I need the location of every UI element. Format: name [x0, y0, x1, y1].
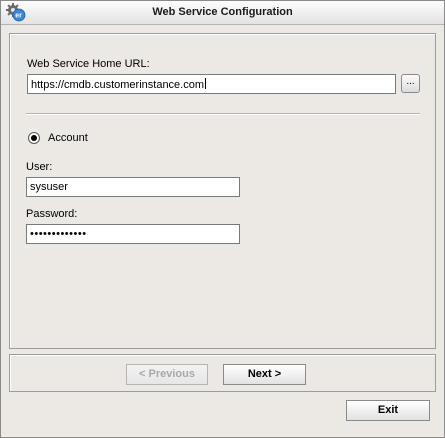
radio-selected-dot — [31, 135, 37, 141]
user-label: User: — [26, 161, 53, 173]
previous-button[interactable]: < Previous — [126, 364, 208, 385]
next-button[interactable]: Next > — [223, 364, 306, 385]
url-value: https://cmdb.customerinstance.com — [31, 79, 205, 91]
settings-panel: Web Service Home URL: https://cmdb.custo… — [9, 33, 436, 349]
window-title: Web Service Configuration — [152, 6, 293, 18]
exit-button[interactable]: Exit — [346, 400, 430, 421]
config-window: er Web Service Configuration Web Service… — [0, 0, 445, 438]
user-input[interactable]: sysuser — [26, 177, 240, 197]
text-caret — [205, 78, 207, 89]
account-radio-label[interactable]: Account — [48, 132, 88, 144]
account-radio[interactable] — [28, 132, 40, 144]
title-bar: er Web Service Configuration — [1, 1, 444, 25]
password-label: Password: — [26, 208, 78, 220]
browse-button[interactable]: ... — [401, 74, 420, 93]
url-label: Web Service Home URL: — [27, 58, 150, 70]
navigation-panel: < Previous Next > — [9, 354, 436, 392]
password-input[interactable]: ••••••••••••• — [26, 224, 240, 244]
url-input[interactable]: https://cmdb.customerinstance.com — [27, 74, 396, 94]
section-divider — [26, 113, 420, 115]
